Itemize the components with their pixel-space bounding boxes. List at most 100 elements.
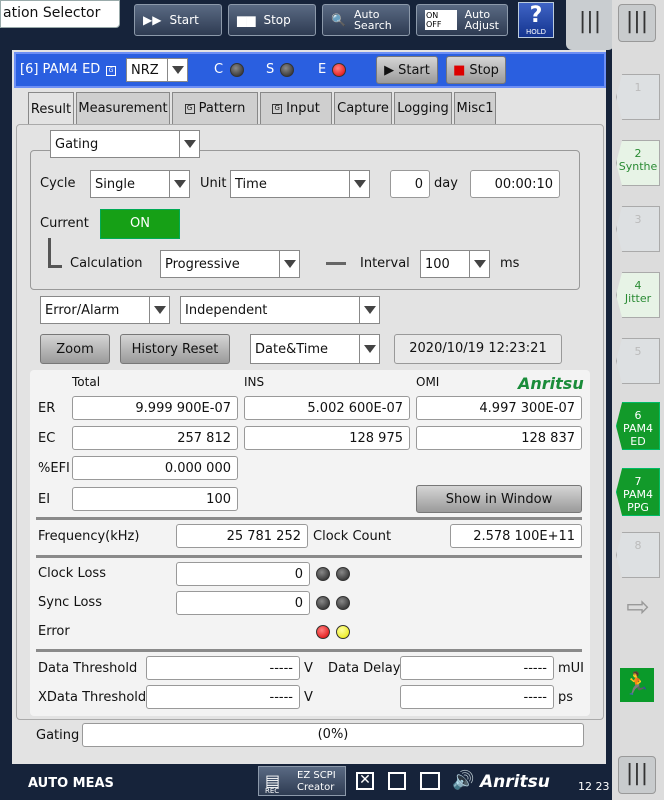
datetime-select[interactable]: Date&Time	[250, 334, 380, 364]
header-total: Total	[72, 375, 101, 389]
module-stop-button[interactable]: ■ Stop	[446, 56, 506, 84]
tab-measurement[interactable]: Measurement	[76, 92, 170, 124]
recorder-icon: ▤	[265, 771, 281, 790]
stop-blocks-icon: ▆▆	[237, 13, 256, 27]
panel-grip-left[interactable]: |||	[566, 0, 614, 50]
tab-capture[interactable]: Capture	[334, 92, 392, 124]
er-omi-value: 4.997 300E-07	[416, 396, 582, 420]
module-tab-6-number: 6	[634, 409, 642, 422]
help-hold-button[interactable]: ? HOLD	[518, 2, 554, 38]
header-omi: OMI	[416, 375, 440, 389]
c-label: C	[214, 62, 224, 77]
ec-omi-value: 128 837	[416, 426, 582, 450]
application-selector-button[interactable]: ation Selector	[0, 0, 120, 28]
tab-logging[interactable]: Logging	[394, 92, 452, 124]
global-start-label: Start	[169, 13, 199, 27]
magnifier-icon: 🔍	[331, 13, 346, 27]
calculation-bracket	[48, 238, 62, 268]
tab-input[interactable]: G Input	[260, 92, 332, 124]
panel-grip-top[interactable]: |||	[618, 4, 656, 42]
data-threshold-label: Data Threshold	[38, 661, 138, 676]
zoom-button[interactable]: Zoom	[40, 334, 110, 364]
gating-time-input[interactable]: 00:00:10	[470, 170, 560, 198]
data-delay-label: Data Delay	[328, 661, 401, 676]
gating-progress-bar: (0%)	[82, 723, 584, 747]
module-tab-4[interactable]: 4 Jitter	[616, 272, 660, 318]
tab-capture-label: Capture	[337, 101, 389, 116]
module-tab-6[interactable]: 6 PAM4 ED	[616, 402, 660, 450]
tab-logging-label: Logging	[397, 101, 449, 116]
s-status-led	[280, 63, 294, 77]
data-delay-unit: mUI	[558, 661, 585, 676]
tab-result[interactable]: Result	[28, 92, 74, 126]
exit-icon[interactable]: 🏃	[620, 668, 654, 702]
unit-value: Time	[235, 176, 267, 192]
interval-label: Interval	[360, 256, 410, 271]
datetime-select-value: Date&Time	[255, 341, 329, 357]
tab-misc1[interactable]: Misc1	[454, 92, 496, 124]
sync-loss-label: Sync Loss	[38, 595, 102, 610]
module-tab-5[interactable]: 5	[616, 338, 660, 384]
interval-value: 100	[425, 256, 450, 272]
interval-select[interactable]: 100	[420, 250, 490, 278]
play-icon: ▶▶	[143, 13, 162, 27]
ei-label: EI	[38, 492, 51, 507]
module-tab-8[interactable]: 8	[616, 532, 660, 578]
show-in-window-button[interactable]: Show in Window	[416, 485, 582, 513]
zoom-label: Zoom	[56, 341, 94, 357]
cycle-value: Single	[95, 176, 135, 192]
module-tab-7[interactable]: 7 PAM4 PPG	[616, 468, 660, 516]
mode-value: NRZ	[131, 62, 159, 78]
tab-measurement-label: Measurement	[78, 101, 168, 116]
mode-select[interactable]: NRZ	[126, 58, 188, 82]
auto-adjust-button[interactable]: ON OFF Auto Adjust	[416, 4, 508, 36]
module-start-label: Start	[398, 62, 430, 78]
error-alarm-select[interactable]: Error/Alarm	[40, 296, 170, 324]
gating-select[interactable]: Gating	[50, 130, 200, 158]
global-stop-button[interactable]: ▆▆ Stop	[228, 4, 316, 36]
divider	[36, 517, 582, 520]
module-tab-1[interactable]: 1	[616, 74, 660, 120]
auto-search-button[interactable]: 🔍 Auto Search	[322, 4, 410, 36]
unit-select[interactable]: Time	[230, 170, 370, 198]
datetime-value: 2020/10/19 12:23:21	[409, 341, 547, 356]
day-label: day	[434, 176, 458, 191]
minimize-icon[interactable]	[388, 772, 406, 790]
stop-square-icon: ■	[453, 62, 466, 78]
module-tab-4-label: Jitter	[624, 292, 652, 305]
divider	[36, 649, 582, 652]
anritsu-logo: Anritsu	[518, 374, 584, 393]
module-tab-2[interactable]: 2 Synthe	[616, 140, 660, 186]
datetime-display: 2020/10/19 12:23:21	[394, 334, 562, 364]
calculation-select[interactable]: Progressive	[160, 250, 300, 278]
tab-result-label: Result	[30, 102, 72, 117]
global-start-button[interactable]: ▶▶ Start	[134, 4, 222, 36]
ei-total-value: 100	[72, 487, 238, 511]
day-input[interactable]: 0	[390, 170, 430, 198]
cycle-label: Cycle	[40, 176, 76, 191]
ec-ins-value: 128 975	[244, 426, 410, 450]
error-led-yellow	[336, 625, 350, 639]
panel-grip-bottom[interactable]: |||	[618, 756, 656, 794]
er-ins-value: 5.002 600E-07	[244, 396, 410, 420]
show-in-window-label: Show in Window	[445, 491, 553, 507]
history-reset-button[interactable]: History Reset	[120, 334, 230, 364]
ez-scpi-creator-button[interactable]: ▤ REC EZ SCPI Creator	[258, 766, 346, 796]
error-mode-value: Independent	[185, 302, 268, 318]
cycle-select[interactable]: Single	[90, 170, 190, 198]
module-settings-icon[interactable]: G	[106, 66, 116, 76]
speaker-icon[interactable]: 🔊	[452, 770, 474, 791]
transfer-arrow-icon[interactable]: ⇨	[618, 590, 658, 630]
close-icon[interactable]: ✕	[356, 772, 374, 790]
module-start-button[interactable]: ▶ Start	[376, 56, 438, 84]
screenshot-icon[interactable]	[420, 772, 440, 790]
frequency-value: 25 781 252	[176, 524, 308, 548]
xdata-threshold-unit: V	[304, 690, 313, 705]
module-tab-3[interactable]: 3	[616, 206, 660, 252]
tab-pattern[interactable]: G Pattern	[172, 92, 258, 124]
current-on-toggle[interactable]: ON	[100, 209, 180, 239]
sync-loss-value: 0	[176, 591, 310, 615]
error-mode-select[interactable]: Independent	[180, 296, 380, 324]
tab-misc1-label: Misc1	[456, 101, 494, 116]
xdata-threshold-label: XData Threshold	[38, 690, 147, 705]
